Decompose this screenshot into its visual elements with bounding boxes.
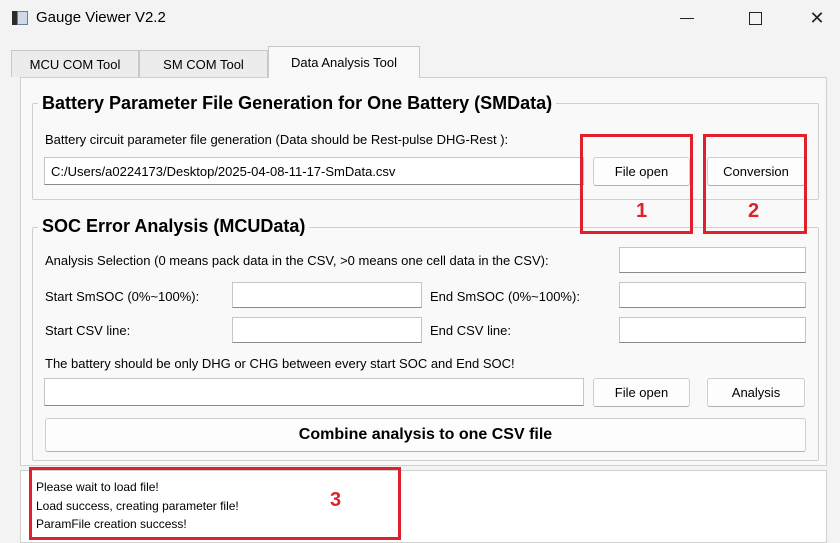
start-smsoc-label: Start SmSOC (0%~100%): <box>45 289 200 304</box>
end-smsoc-field[interactable] <box>619 282 806 308</box>
title-bar: Gauge Viewer V2.2 ✕ <box>0 0 840 38</box>
close-icon: ✕ <box>809 7 825 28</box>
battery-param-group <box>32 103 819 200</box>
end-smsoc-label: End SmSOC (0%~100%): <box>430 289 580 304</box>
annotation-box-3 <box>29 467 401 540</box>
annotation-label-2: 2 <box>748 200 760 222</box>
tab-sm-com-tool[interactable]: SM COM Tool <box>139 50 268 77</box>
app-icon <box>12 11 28 25</box>
close-button[interactable]: ✕ <box>794 0 840 36</box>
battery-param-instruction: Battery circuit parameter file generatio… <box>45 132 509 147</box>
minimize-button[interactable] <box>664 0 710 36</box>
soc-error-title: SOC Error Analysis (MCUData) <box>38 216 310 237</box>
mcu-file-open-button[interactable]: File open <box>593 378 690 407</box>
minimize-icon <box>680 17 694 19</box>
tab-data-analysis-tool[interactable]: Data Analysis Tool <box>268 46 420 78</box>
analysis-button[interactable]: Analysis <box>707 378 805 407</box>
start-csv-line-label: Start CSV line: <box>45 323 131 338</box>
maximize-button[interactable] <box>732 0 778 36</box>
analysis-selection-label: Analysis Selection (0 means pack data in… <box>45 253 549 268</box>
maximize-icon <box>748 11 762 25</box>
analysis-selection-field[interactable] <box>619 247 806 273</box>
window-title: Gauge Viewer V2.2 <box>36 9 166 26</box>
tab-mcu-com-tool[interactable]: MCU COM Tool <box>11 50 139 77</box>
soc-note: The battery should be only DHG or CHG be… <box>45 356 515 371</box>
start-csv-line-field[interactable] <box>232 317 422 343</box>
end-csv-line-field[interactable] <box>619 317 806 343</box>
combine-analysis-button[interactable]: Combine analysis to one CSV file <box>45 418 806 452</box>
annotation-label-1: 1 <box>636 200 648 222</box>
battery-param-title: Battery Parameter File Generation for On… <box>38 93 557 114</box>
param-file-path-field[interactable]: C:/Users/a0224173/Desktop/2025-04-08-11-… <box>44 157 584 185</box>
start-smsoc-field[interactable] <box>232 282 422 308</box>
end-csv-line-label: End CSV line: <box>430 323 511 338</box>
mcu-file-path-field[interactable] <box>44 378 584 406</box>
annotation-label-3: 3 <box>330 489 342 511</box>
